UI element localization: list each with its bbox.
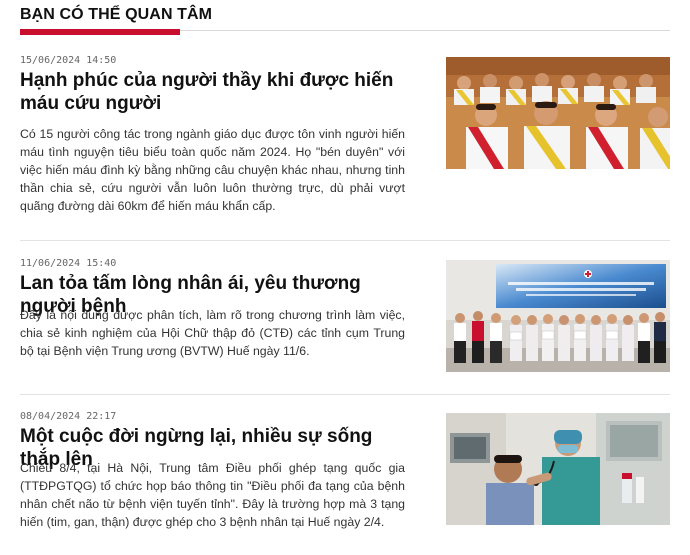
article-thumbnail[interactable] — [446, 260, 670, 372]
article-date: 08/04/2024 22:17 — [20, 411, 117, 422]
article-item: 11/06/2024 15:40 Lan tỏa tấm lòng nhân á… — [20, 258, 670, 378]
blood-donors-photo — [446, 57, 670, 169]
article-date: 11/06/2024 15:40 — [20, 258, 117, 269]
header-accent-bar — [20, 29, 180, 35]
article-title-link[interactable]: Hạnh phúc của người thầy khi được hiến m… — [20, 69, 415, 115]
related-articles-section: BẠN CÓ THỂ QUAN TÂM 15/06/2024 14:50 Hạn… — [0, 0, 690, 555]
article-summary: Có 15 người công tác trong ngành giáo dụ… — [20, 127, 405, 213]
article-divider — [20, 394, 670, 395]
article-item: 15/06/2024 14:50 Hạnh phúc của người thầ… — [20, 55, 670, 225]
article-divider — [20, 240, 670, 241]
red-cross-group-photo — [446, 260, 670, 372]
article-date: 15/06/2024 14:50 — [20, 55, 117, 66]
article-item: 08/04/2024 22:17 Một cuộc đời ngừng lại,… — [20, 411, 670, 551]
article-summary: Đây là nội dung được phân tích, làm rõ t… — [20, 308, 405, 358]
doctor-patient-photo — [446, 413, 670, 525]
section-header: BẠN CÓ THỂ QUAN TÂM — [20, 0, 670, 38]
section-title: BẠN CÓ THỂ QUAN TÂM — [20, 6, 213, 23]
article-thumbnail[interactable] — [446, 413, 670, 525]
article-thumbnail[interactable] — [446, 57, 670, 169]
article-summary: Chiều 8/4, tại Hà Nội, Trung tâm Điều ph… — [20, 461, 405, 529]
